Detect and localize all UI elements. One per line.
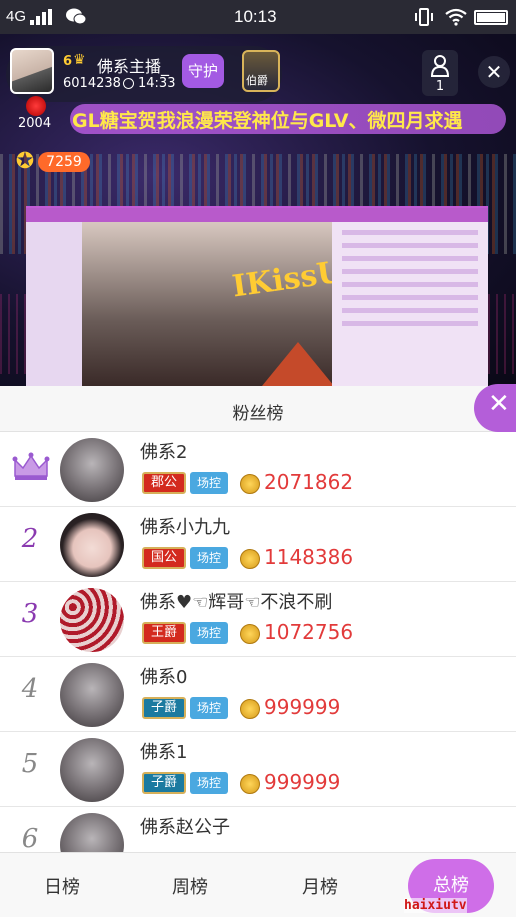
tab-weekly[interactable]: 周榜: [172, 873, 208, 899]
fan-row[interactable]: 2 佛系小九九 国公 场控 1148386: [0, 507, 516, 582]
coin-icon: [240, 774, 260, 794]
host-name: 佛系主播_: [97, 57, 170, 76]
streamed-screen: IKissU: [26, 206, 488, 386]
crown-icon: ♛: [73, 52, 86, 68]
kiss-sticker: IKissU: [230, 254, 346, 305]
fan-row[interactable]: 4 佛系0 子爵 场控 999999: [0, 657, 516, 732]
gold-medal-icon: ✪: [15, 149, 35, 174]
fan-avatar[interactable]: [60, 438, 124, 502]
mountain-sticker: [262, 342, 334, 386]
guard-button[interactable]: 守护: [182, 54, 224, 88]
wechat-icon: [66, 8, 86, 25]
fan-score: 999999: [264, 695, 341, 719]
live-stage[interactable]: 6 ♛ 佛系主播_ 6014238 14:33 守护 伯爵 1 ✕ 2004 G…: [0, 34, 516, 386]
moderator-badge: 场控: [190, 622, 228, 644]
screen-left-column: [26, 222, 82, 386]
fan-avatar[interactable]: [60, 588, 124, 652]
live-duration: 14:33: [138, 76, 176, 91]
host-avatar[interactable]: [10, 48, 54, 94]
fan-row[interactable]: 佛系2 郡公 场控 2071862: [0, 432, 516, 507]
rank-badge[interactable]: 伯爵: [242, 50, 280, 92]
rank-badge-label: 伯爵: [246, 74, 268, 87]
fan-row[interactable]: 3 佛系♥☜辉哥☜不浪不刷 王爵 场控 1072756: [0, 582, 516, 657]
clock-icon: [123, 78, 134, 89]
fan-name: 佛系1: [140, 742, 188, 763]
marquee-text: GL糖宝贺我浪漫荣登神位与GLV、微四月求遇: [72, 110, 463, 132]
panel-title: 粉丝榜: [232, 404, 284, 424]
fan-avatar[interactable]: [60, 663, 124, 727]
gift-count: 2004: [18, 116, 52, 131]
tab-daily[interactable]: 日榜: [44, 873, 80, 899]
moderator-badge: 场控: [190, 697, 228, 719]
coin-icon: [240, 624, 260, 644]
wifi-icon: [445, 8, 467, 26]
noble-title-badge: 国公: [142, 547, 186, 569]
fan-name: 佛系2: [140, 442, 188, 463]
coin-icon: [240, 549, 260, 569]
noble-title-badge: 王爵: [142, 622, 186, 644]
close-panel-button[interactable]: ✕: [474, 384, 516, 432]
fan-score: 1072756: [264, 620, 354, 644]
network-type: 4G: [6, 8, 27, 25]
screen-video: IKissU: [82, 222, 345, 386]
viewers-button[interactable]: 1: [422, 50, 458, 96]
fan-avatar[interactable]: [60, 513, 124, 577]
watermark: haixiutv: [404, 898, 467, 913]
gold-amount[interactable]: 7259: [38, 152, 90, 172]
clock: 10:13: [234, 7, 277, 26]
coin-icon: [240, 699, 260, 719]
rank-number: 2: [21, 524, 39, 554]
rank-number: 5: [21, 749, 39, 779]
moderator-badge: 场控: [190, 472, 228, 494]
fan-list-panel: 粉丝榜 ✕ 佛系2 郡公 场控 2071862 2 佛系小九九 国公 场控 11…: [0, 384, 516, 917]
battery-icon: [474, 10, 508, 25]
host-id: 6014238: [63, 76, 121, 91]
rank-number: 3: [21, 599, 39, 629]
vibrate-icon: [415, 8, 433, 26]
coin-icon: [240, 474, 260, 494]
person-icon: [430, 55, 450, 77]
fan-name: 佛系赵公子: [140, 817, 230, 838]
noble-title-badge: 郡公: [142, 472, 186, 494]
panel-header: 粉丝榜 ✕: [0, 384, 516, 432]
fan-name: 佛系小九九: [140, 517, 230, 538]
fan-row[interactable]: 5 佛系1 子爵 场控 999999: [0, 732, 516, 807]
fan-avatar[interactable]: [60, 738, 124, 802]
noble-title-badge: 子爵: [142, 772, 186, 794]
fan-name: 佛系♥☜辉哥☜不浪不刷: [140, 592, 333, 613]
announcement-marquee: GL糖宝贺我浪漫荣登神位与GLV、微四月求遇: [70, 104, 506, 134]
fan-score: 999999: [264, 770, 341, 794]
fan-score: 1148386: [264, 545, 354, 569]
screen-top-strip: [26, 208, 488, 222]
rank-number: 4: [21, 674, 39, 704]
viewer-count: 1: [435, 79, 445, 94]
fan-score: 2071862: [264, 470, 354, 494]
crown-icon: [12, 452, 50, 480]
tab-monthly[interactable]: 月榜: [302, 873, 338, 899]
moderator-badge: 场控: [190, 547, 228, 569]
noble-title-badge: 子爵: [142, 697, 186, 719]
status-bar: 4G 10:13: [0, 0, 516, 34]
host-level: 6: [63, 54, 73, 69]
close-live-button[interactable]: ✕: [478, 56, 510, 88]
rose-icon: [26, 96, 46, 116]
rank-number: 6: [21, 824, 39, 854]
screen-chat-column: [332, 222, 488, 386]
fan-name: 佛系0: [140, 667, 188, 688]
signal-icon: [30, 9, 52, 25]
moderator-badge: 场控: [190, 772, 228, 794]
